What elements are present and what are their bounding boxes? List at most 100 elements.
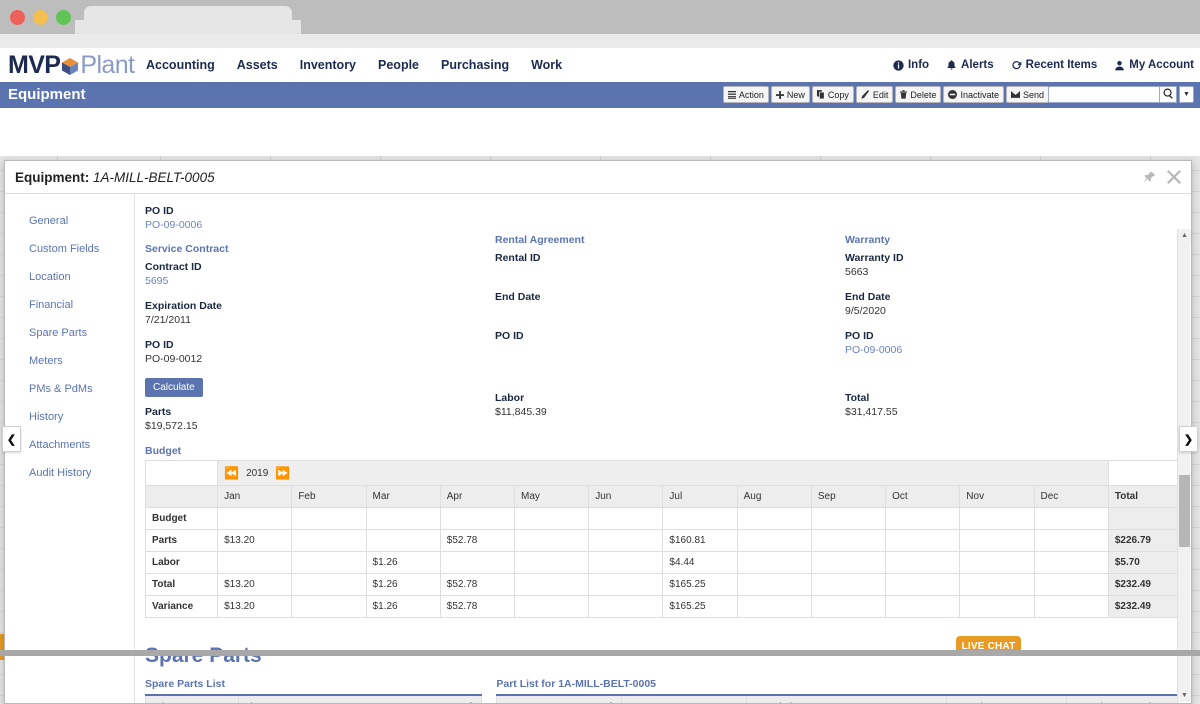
inactivate-button[interactable]: Inactivate bbox=[943, 86, 1004, 103]
modal-vertical-scrollbar[interactable]: ▲ ▼ bbox=[1177, 229, 1190, 702]
warranty-heading: Warranty bbox=[845, 234, 1179, 246]
info-menu-item[interactable]: Info bbox=[893, 59, 929, 71]
nav-item-assets[interactable]: Assets bbox=[237, 58, 278, 72]
close-window-button[interactable] bbox=[10, 10, 25, 25]
window-traffic-lights bbox=[10, 10, 71, 25]
column-header-quantity-on-hand[interactable]: Quantity on Hand bbox=[1067, 695, 1179, 703]
warranty-po-id-value[interactable]: PO-09-0006 bbox=[845, 343, 1179, 357]
sidebar-item-location[interactable]: Location bbox=[5, 263, 134, 291]
cell bbox=[440, 552, 514, 574]
nav-item-people[interactable]: People bbox=[378, 58, 419, 72]
sort-icon[interactable]: ▲▼ bbox=[466, 701, 475, 704]
column-header-list-id-label: List ID bbox=[245, 702, 273, 703]
nav-item-accounting[interactable]: Accounting bbox=[146, 58, 215, 72]
budget-month-nov: Nov bbox=[960, 486, 1034, 508]
field-parts-total: Parts $19,572.15 bbox=[145, 405, 495, 433]
scrollbar-thumb[interactable] bbox=[1179, 475, 1190, 547]
send-button-label: Send bbox=[1023, 90, 1044, 100]
cell bbox=[589, 596, 663, 618]
column2-spacer bbox=[495, 204, 845, 223]
recent-items-menu-item[interactable]: Recent Items bbox=[1011, 59, 1098, 71]
spare-parts-columns: Spare Parts List Primary List ID ▲▼ bbox=[145, 678, 1179, 703]
previous-year-button[interactable]: ⏪ bbox=[224, 466, 239, 480]
budget-month-sep: Sep bbox=[811, 486, 885, 508]
app-logo[interactable]: MVPPlant bbox=[8, 48, 134, 82]
bell-icon bbox=[946, 59, 957, 71]
alerts-menu-item[interactable]: Alerts bbox=[946, 59, 994, 71]
contract-id-value[interactable]: 5695 bbox=[145, 274, 495, 288]
nav-item-purchasing[interactable]: Purchasing bbox=[441, 58, 509, 72]
cell bbox=[292, 596, 366, 618]
cell bbox=[292, 574, 366, 596]
cell bbox=[737, 508, 811, 530]
sidebar-item-custom-fields[interactable]: Custom Fields bbox=[5, 235, 134, 263]
modal-title-value: 1A-MILL-BELT-0005 bbox=[93, 170, 215, 185]
nav-item-inventory[interactable]: Inventory bbox=[300, 58, 356, 72]
cell bbox=[1034, 596, 1108, 618]
search-input-wrapper bbox=[1048, 86, 1160, 103]
trash-icon bbox=[900, 90, 907, 99]
maximize-window-button[interactable] bbox=[56, 10, 71, 25]
send-button[interactable]: Send bbox=[1006, 86, 1049, 103]
copy-button[interactable]: Copy bbox=[812, 86, 854, 103]
browser-tab[interactable] bbox=[84, 6, 292, 34]
labor-total-value: $11,845.39 bbox=[495, 405, 845, 419]
my-account-menu-item[interactable]: My Account bbox=[1114, 59, 1194, 71]
previous-record-button[interactable]: ❮ bbox=[2, 426, 21, 452]
budget-row-label: Budget bbox=[146, 508, 218, 530]
spare-parts-list-panel: Spare Parts List Primary List ID ▲▼ bbox=[145, 678, 482, 703]
sidebar-item-pms-pdms[interactable]: PMs & PdMs bbox=[5, 375, 134, 403]
cell bbox=[737, 552, 811, 574]
close-icon[interactable] bbox=[1167, 170, 1181, 189]
sidebar-item-spare-parts[interactable]: Spare Parts bbox=[5, 319, 134, 347]
search-button[interactable] bbox=[1160, 86, 1177, 103]
budget-month-feb: Feb bbox=[292, 486, 366, 508]
po-id-top-label: PO ID bbox=[145, 204, 495, 218]
column-header-primary[interactable]: Primary bbox=[146, 695, 239, 703]
info-label: Info bbox=[908, 59, 929, 71]
next-year-button[interactable]: ⏩ bbox=[275, 466, 290, 480]
sidebar-item-general[interactable]: General bbox=[5, 207, 134, 235]
scroll-down-arrow-icon[interactable]: ▼ bbox=[1178, 689, 1191, 702]
column3-spacer bbox=[845, 204, 1179, 223]
nav-item-work[interactable]: Work bbox=[531, 58, 562, 72]
edit-button[interactable]: Edit bbox=[856, 86, 894, 103]
budget-row-label: Parts bbox=[146, 530, 218, 552]
column-header-part-id[interactable]: Part ID ▲▼ bbox=[497, 695, 622, 703]
scroll-up-arrow-icon[interactable]: ▲ bbox=[1178, 229, 1191, 242]
column-header-type[interactable]: Type bbox=[622, 695, 747, 703]
sort-icon[interactable]: ▲▼ bbox=[606, 701, 615, 704]
new-button[interactable]: New bbox=[771, 86, 810, 103]
search-input[interactable] bbox=[1049, 90, 1159, 105]
budget-row-label: Variance bbox=[146, 596, 218, 618]
sidebar-item-meters[interactable]: Meters bbox=[5, 347, 134, 375]
cell: $4.44 bbox=[663, 552, 737, 574]
modal-sidebar: General Custom Fields Location Financial… bbox=[5, 195, 135, 703]
sidebar-item-financial[interactable]: Financial bbox=[5, 291, 134, 319]
cell bbox=[886, 508, 960, 530]
cell bbox=[737, 596, 811, 618]
field-rental-end-date: End Date bbox=[495, 290, 845, 318]
cell: $160.81 bbox=[663, 530, 737, 552]
pin-icon[interactable] bbox=[1143, 171, 1156, 189]
calculate-button[interactable]: Calculate bbox=[145, 378, 203, 397]
cell bbox=[589, 508, 663, 530]
column-header-quantity[interactable]: Quantity bbox=[947, 695, 1067, 703]
sidebar-item-attachments[interactable]: Attachments bbox=[5, 431, 134, 459]
column-header-list-id[interactable]: List ID ▲▼ bbox=[239, 695, 482, 703]
minimize-window-button[interactable] bbox=[33, 10, 48, 25]
next-record-button[interactable]: ❯ bbox=[1179, 426, 1198, 452]
pencil-icon bbox=[861, 90, 870, 99]
part-list-panel: Part List for 1A-MILL-BELT-0005 Part ID … bbox=[496, 678, 1179, 703]
po-id-top-value[interactable]: PO-09-0006 bbox=[145, 218, 495, 232]
sidebar-item-history[interactable]: History bbox=[5, 403, 134, 431]
sidebar-item-audit-history[interactable]: Audit History bbox=[5, 459, 134, 487]
cell bbox=[811, 552, 885, 574]
action-button[interactable]: Action bbox=[723, 86, 769, 103]
row-total: $226.79 bbox=[1108, 530, 1178, 552]
column-header-description[interactable]: Description bbox=[747, 695, 947, 703]
search-icon bbox=[1163, 86, 1174, 104]
delete-button[interactable]: Delete bbox=[895, 86, 941, 103]
search-options-dropdown[interactable]: ▼ bbox=[1179, 86, 1194, 103]
grand-total-value: $31,417.55 bbox=[845, 405, 1179, 419]
